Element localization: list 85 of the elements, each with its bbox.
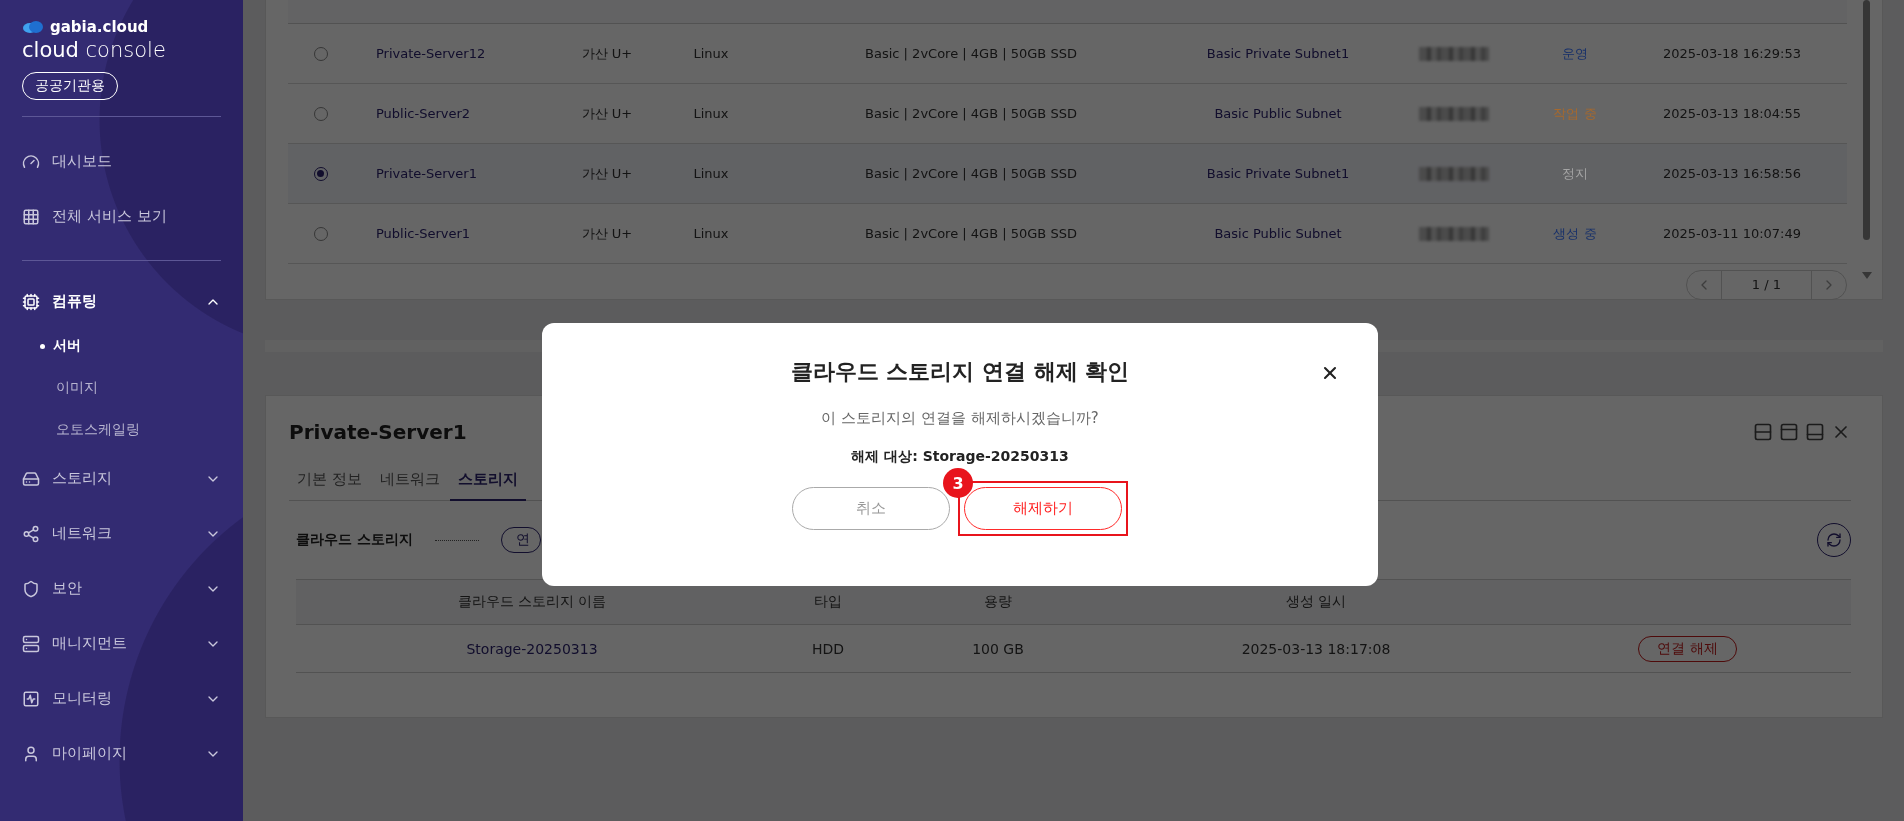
status-text: 작업 중 [1553,104,1597,123]
column-header: 용량 [983,593,1013,611]
grid-icon [22,207,40,226]
split-view-icon[interactable] [1753,422,1773,442]
disconnect-button[interactable]: 연결 해제 [1638,635,1737,662]
tab[interactable]: 스토리지 [449,466,526,501]
chip-icon [22,292,40,311]
server-name-link[interactable]: Public-Server1 [353,226,553,241]
table-cell-text: 가산 U+ [580,104,634,123]
page-indicator: 1 / 1 [1720,271,1812,299]
subnet-link[interactable]: Basic Public Subnet [1181,226,1375,241]
table-cell-text: 100 GB [971,640,1025,657]
refresh-icon [1826,532,1842,548]
table-cell-text: 2025-03-11 10:07:49 [1661,226,1803,241]
table-cell-text: Linux [692,166,730,181]
subnet-link[interactable]: Basic Private Subnet1 [1181,166,1375,181]
section-label: 클라우드 스토리지 [296,531,413,549]
table-cell-text: 2025-03-13 18:04:55 [1661,106,1803,121]
subnet-link[interactable]: Basic Private Subnet1 [1181,46,1375,61]
tab[interactable]: 기본 정보 [289,466,370,501]
sidebar-item[interactable]: 스토리지 [22,451,221,506]
user-icon [22,744,40,763]
scroll-down-arrow-icon[interactable] [1862,272,1872,279]
cancel-button[interactable]: 취소 [792,487,950,530]
sidebar-item[interactable]: 네트워크 [22,506,221,561]
table-cell-text: 2025-03-18 16:29:53 [1661,46,1803,61]
gauge-icon [22,152,40,171]
tab[interactable]: 네트워크 [371,466,448,501]
table-cell-text: Linux [692,226,730,241]
sidebar-subitem[interactable]: 서버 [22,325,221,367]
cloud-logo-icon [22,19,44,35]
panel-top-icon[interactable] [1779,422,1799,442]
table-cell-text: Linux [692,106,730,121]
brand-name: gabia.cloud [50,18,149,36]
table-cell-text: 2025-03-13 18:17:08 [1240,640,1392,657]
sidebar-item[interactable]: 마이페이지 [22,726,221,781]
column-header: 타입 [813,593,843,611]
blurred-text [1419,166,1489,181]
drive-icon [22,469,40,488]
status-text: 정지 [1562,164,1588,183]
status-text: 운영 [1562,44,1588,63]
sidebar-item[interactable]: 전체 서비스 보기 [22,189,221,244]
sidebar-item[interactable]: 대시보드 [22,134,221,189]
panel-bottom-icon[interactable] [1805,422,1825,442]
activity-icon [22,689,40,708]
table-cell-text: Basic | 2vCore | 4GB | 50GB SSD [864,226,1078,241]
product-name: cloud console [22,38,167,62]
shield-icon [22,579,40,598]
sidebar-subitem[interactable]: 이미지 [22,367,221,409]
table-cell-text: Basic | 2vCore | 4GB | 50GB SSD [864,106,1078,121]
blurred-text [1419,46,1489,61]
sidebar-subitem[interactable]: 오토스케일링 [22,409,221,451]
step-marker: 3 [943,468,973,498]
connect-button[interactable]: 연 [500,527,541,553]
table-cell-text: 가산 U+ [580,164,634,183]
server-name-link[interactable]: Public-Server2 [353,106,553,121]
sidebar-item[interactable]: 컴퓨팅 [22,278,221,325]
dialog-title: 클라우드 스토리지 연결 해제 확인 [790,358,1130,386]
table-cell-text: Basic | 2vCore | 4GB | 50GB SSD [864,46,1078,61]
panel-title: Private-Server1 [289,420,467,444]
sidebar-item[interactable]: 매니지먼트 [22,616,221,671]
table-cell-text: HDD [810,640,846,657]
dialog-message: 이 스토리지의 연결을 해제하시겠습니까? [821,409,1099,428]
sidebar-item[interactable]: 모니터링 [22,671,221,726]
subnet-link[interactable]: Basic Public Subnet [1181,106,1375,121]
status-text: 생성 중 [1553,224,1597,243]
column-header: 생성 일시 [1284,593,1348,611]
server-name-link[interactable]: Private-Server1 [353,166,553,181]
refresh-button[interactable] [1817,523,1851,557]
nodes-icon [22,524,40,543]
confirm-button[interactable]: 해제하기 [964,487,1122,530]
table-cell-text: 가산 U+ [580,224,634,243]
scrollbar-thumb[interactable] [1863,0,1870,240]
column-header: 클라우드 스토리지 이름 [456,593,608,611]
table-cell-text: 2025-03-13 16:58:56 [1661,166,1803,181]
blurred-text [1419,106,1489,121]
storage-name-link[interactable]: Storage-20250313 [296,640,768,657]
table-cell-text: Linux [692,46,730,61]
table-cell-text: Basic | 2vCore | 4GB | 50GB SSD [864,166,1078,181]
server-name-link[interactable]: Private-Server12 [353,46,553,61]
server-icon [22,634,40,653]
blurred-text [1419,226,1489,241]
sidebar-item[interactable]: 보안 [22,561,221,616]
dialog-target: 해제 대상: Storage-20250313 [851,448,1069,466]
table-cell-text: 가산 U+ [580,44,634,63]
